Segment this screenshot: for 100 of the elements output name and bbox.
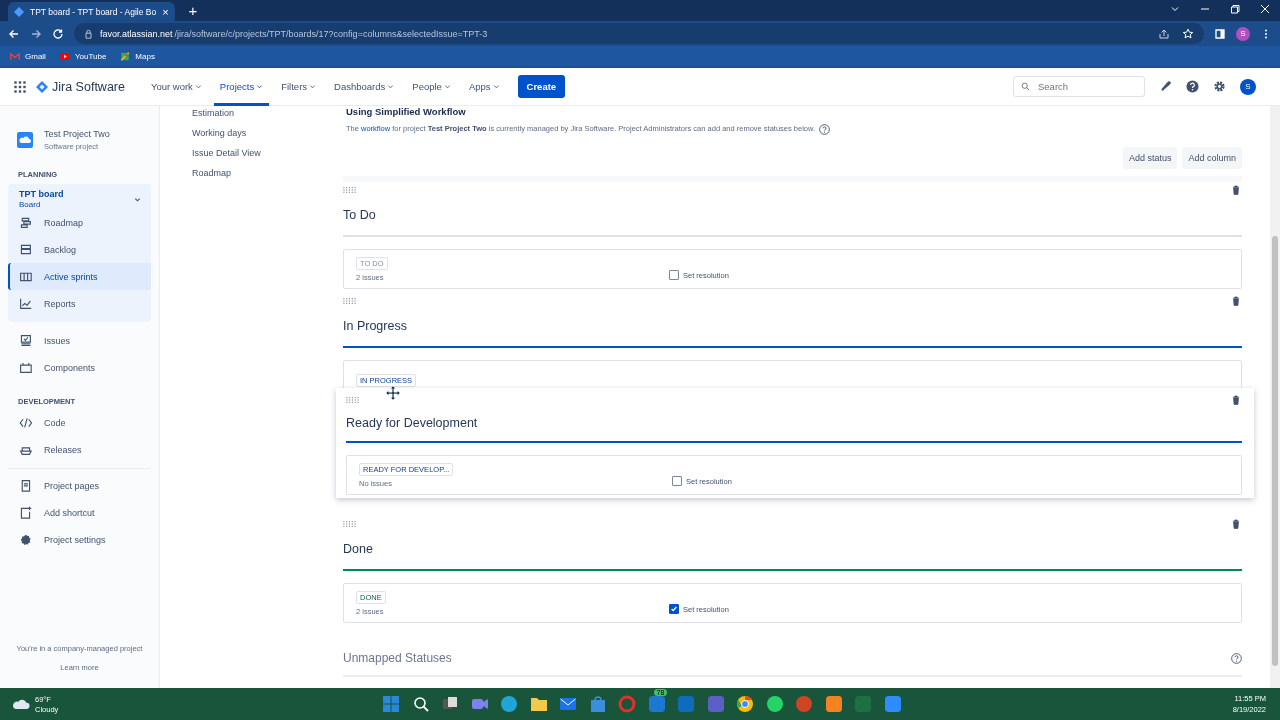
sidebar-item[interactable]: Backlog [8, 236, 151, 263]
address-bar[interactable]: favor.atlassian.net /jira/software/c/projects/TPT/boards/17?config=columns&selectedIssue=TPT-3 [74, 23, 1204, 44]
column-title: In Progress [343, 318, 408, 335]
bookmark-link[interactable]: Maps [120, 51, 155, 61]
toolbar-button[interactable]: Add column [1182, 147, 1242, 169]
roadmap-icon [19, 216, 32, 229]
restore-icon[interactable] [1229, 2, 1241, 15]
column-title: To Do [343, 207, 377, 224]
project-avatar-icon [17, 132, 33, 148]
mail-icon [10, 51, 20, 61]
settings-menu-item[interactable]: Roadmap [192, 168, 335, 179]
components-icon [19, 361, 32, 374]
checkbox[interactable] [672, 476, 682, 486]
caret-icon [194, 83, 202, 90]
project-name: Test Project Two [44, 129, 110, 139]
close-icon[interactable] [1259, 2, 1271, 15]
user-avatar[interactable]: S [1240, 78, 1256, 95]
side-panel-icon[interactable] [1214, 27, 1226, 40]
code-icon [19, 416, 32, 429]
app-icon[interactable] [647, 695, 666, 713]
reload-icon[interactable] [52, 27, 64, 40]
section-title: Unmapped Statuses [343, 651, 452, 665]
help-icon[interactable] [1231, 652, 1242, 664]
help-icon[interactable] [819, 123, 831, 135]
settings-menu-item[interactable]: Working days [192, 128, 335, 139]
add-shortcut-icon [19, 506, 32, 519]
drag-handle-icon[interactable] [346, 396, 359, 404]
bookmark-link[interactable]: YouTube [59, 51, 107, 61]
profile-avatar[interactable]: S [1236, 26, 1250, 41]
chat-app-icon[interactable] [765, 695, 784, 713]
mail-icon[interactable] [559, 695, 577, 713]
share-icon[interactable] [1158, 27, 1170, 40]
browser-tab[interactable]: TPT board - TPT board - Agile Bo × [8, 2, 175, 21]
jira-logo-icon[interactable] [36, 80, 48, 93]
caret-icon [492, 83, 500, 90]
browser-icon[interactable] [500, 695, 518, 713]
forward-icon[interactable] [30, 27, 42, 40]
sidebar-item[interactable]: Roadmap [8, 209, 151, 236]
create-button[interactable]: Create [517, 75, 566, 98]
map-icon [120, 51, 131, 61]
chart-icon [19, 297, 32, 310]
checkbox[interactable] [669, 270, 679, 280]
search-icon [1021, 82, 1030, 91]
settings-menu-item[interactable]: Issue Detail View [192, 148, 335, 159]
issues-icon [19, 334, 32, 347]
nav-menu[interactable]: Apps [462, 67, 506, 106]
sidebar-item[interactable]: Components [8, 354, 151, 381]
search-icon[interactable] [411, 695, 430, 713]
back-icon[interactable] [8, 27, 20, 40]
caret-icon [443, 83, 451, 90]
nav-menu[interactable]: Projects [213, 67, 270, 106]
column-title: Ready for Development [346, 415, 479, 432]
sidebar-item[interactable]: Releases [8, 436, 151, 463]
checkbox[interactable] [669, 604, 679, 614]
jira-logo-icon [14, 6, 24, 17]
settings-icon [19, 533, 32, 546]
delete-icon[interactable] [1232, 296, 1240, 306]
nav-menu[interactable]: Filters [275, 67, 323, 106]
sidebar-item[interactable]: Project pages [8, 472, 151, 499]
caret-icon [387, 83, 395, 90]
pdf-app-icon[interactable] [824, 695, 843, 713]
folder-icon[interactable] [529, 695, 548, 713]
scrollbar[interactable] [1270, 106, 1280, 688]
nav-menu[interactable]: People [406, 67, 457, 106]
sidebar-item[interactable]: Issues [8, 327, 151, 354]
search-field[interactable]: Search [1013, 76, 1145, 97]
column-title: Done [343, 541, 374, 558]
delete-icon[interactable] [1232, 185, 1240, 195]
delete-icon[interactable] [1232, 395, 1240, 405]
sidebar-item[interactable]: Active sprints [8, 263, 151, 290]
board-switcher[interactable]: TPT board Board [8, 187, 151, 209]
sidebar-item[interactable]: Reports [8, 290, 151, 317]
caret-icon [309, 83, 317, 90]
drag-handle-icon[interactable] [343, 520, 356, 528]
store-icon[interactable] [588, 695, 607, 713]
windows-icon[interactable] [382, 695, 400, 713]
lock-icon [84, 28, 93, 39]
move-cursor-icon [386, 386, 400, 400]
settings-icon[interactable] [1213, 80, 1226, 93]
delete-icon[interactable] [1232, 519, 1240, 529]
new-tab-button[interactable]: + [188, 2, 198, 19]
sidebar-item[interactable]: Add shortcut [8, 499, 151, 526]
bookmark-link[interactable]: Gmail [10, 51, 46, 61]
nav-menu[interactable]: Dashboards [328, 67, 401, 106]
drag-handle-icon[interactable] [343, 297, 356, 305]
video-app-icon[interactable] [883, 695, 902, 713]
help-icon[interactable] [1186, 80, 1199, 93]
settings-menu-item[interactable]: Estimation [192, 108, 335, 119]
nav-menu[interactable]: Your work [144, 67, 208, 106]
sidebar-item[interactable]: Project settings [8, 526, 151, 553]
sidebar-item[interactable]: Code [8, 409, 151, 436]
browser-icon[interactable] [736, 695, 754, 713]
app-switcher-icon[interactable] [14, 80, 26, 93]
toolbar-button[interactable]: Add status [1122, 147, 1178, 169]
drag-handle-icon[interactable] [343, 186, 356, 194]
product-name[interactable]: Jira Software [52, 79, 125, 94]
star-icon[interactable] [1182, 27, 1194, 40]
close-tab-button[interactable]: × [162, 5, 169, 18]
section-title: Using Simplified Workflow [346, 106, 467, 118]
chevron-icon [134, 195, 141, 203]
